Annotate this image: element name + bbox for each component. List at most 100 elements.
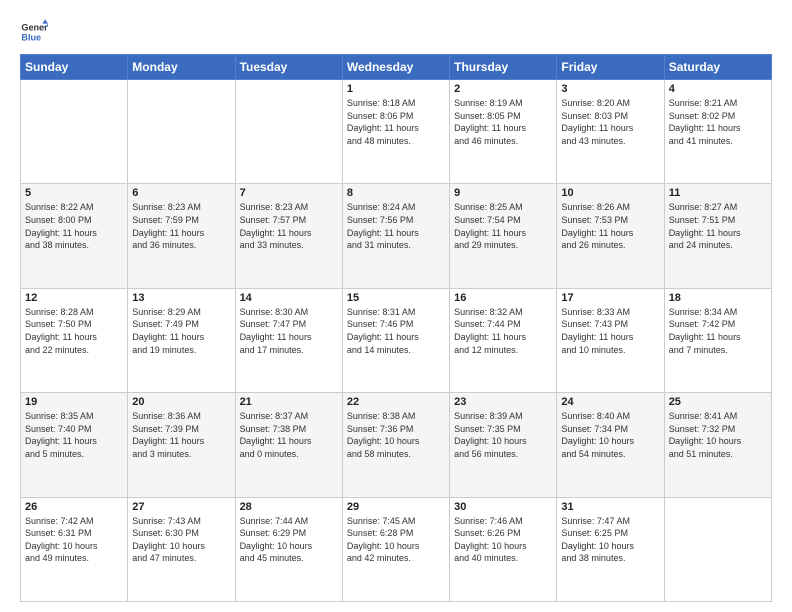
- day-number: 7: [240, 187, 338, 199]
- calendar-cell: 20 Sunrise: 8:36 AMSunset: 7:39 PMDayligh…: [128, 393, 235, 497]
- calendar-cell: 19Sunrise: 8:35 AMSunset: 7:40 PMDayligh…: [21, 393, 128, 497]
- day-number: 10: [561, 187, 659, 199]
- calendar-cell: 22 Sunrise: 8:38 AMSunset: 7:36 PMDayligh…: [342, 393, 449, 497]
- day-number: 22: [347, 396, 445, 408]
- day-info: Sunrise: 8:28 AMSunset: 7:50 PMDaylight:…: [25, 306, 123, 356]
- day-number: 28: [240, 501, 338, 513]
- calendar-cell: 12 Sunrise: 8:28 AMSunset: 7:50 PMDayligh…: [21, 288, 128, 392]
- day-info: Sunrise: 7:42 AMSunset: 6:31 PMDaylight:…: [25, 515, 123, 565]
- day-number: 12: [25, 292, 123, 304]
- day-number: 5: [25, 187, 123, 199]
- weekday-header-monday: Monday: [128, 55, 235, 80]
- calendar-cell: 17 Sunrise: 8:33 AMSunset: 7:43 PMDayligh…: [557, 288, 664, 392]
- calendar-cell: [128, 80, 235, 184]
- day-info: Sunrise: 8:20 AMSunset: 8:03 PMDaylight:…: [561, 97, 659, 147]
- weekday-header-thursday: Thursday: [450, 55, 557, 80]
- day-info: Sunrise: 8:40 AMSunset: 7:34 PMDaylight:…: [561, 410, 659, 460]
- weekday-header-wednesday: Wednesday: [342, 55, 449, 80]
- day-number: 2: [454, 83, 552, 95]
- day-info: Sunrise: 7:47 AMSunset: 6:25 PMDaylight:…: [561, 515, 659, 565]
- day-info: Sunrise: 8:26 AMSunset: 7:53 PMDaylight:…: [561, 201, 659, 251]
- day-number: 1: [347, 83, 445, 95]
- day-number: 3: [561, 83, 659, 95]
- calendar-cell: 10 Sunrise: 8:26 AMSunset: 7:53 PMDayligh…: [557, 184, 664, 288]
- day-info: Sunrise: 8:30 AMSunset: 7:47 PMDaylight:…: [240, 306, 338, 356]
- day-info: Sunrise: 8:18 AMSunset: 8:06 PMDaylight:…: [347, 97, 445, 147]
- day-info: Sunrise: 8:21 AMSunset: 8:02 PMDaylight:…: [669, 97, 767, 147]
- calendar-cell: 23 Sunrise: 8:39 AMSunset: 7:35 PMDayligh…: [450, 393, 557, 497]
- weekday-header-sunday: Sunday: [21, 55, 128, 80]
- day-number: 24: [561, 396, 659, 408]
- day-info: Sunrise: 8:23 AMSunset: 7:57 PMDaylight:…: [240, 201, 338, 251]
- calendar-cell: 8 Sunrise: 8:24 AMSunset: 7:56 PMDaylight…: [342, 184, 449, 288]
- day-info: Sunrise: 8:34 AMSunset: 7:42 PMDaylight:…: [669, 306, 767, 356]
- calendar-cell: 31 Sunrise: 7:47 AMSunset: 6:25 PMDayligh…: [557, 497, 664, 601]
- day-number: 16: [454, 292, 552, 304]
- day-info: Sunrise: 8:36 AMSunset: 7:39 PMDaylight:…: [132, 410, 230, 460]
- calendar-cell: 27 Sunrise: 7:43 AMSunset: 6:30 PMDayligh…: [128, 497, 235, 601]
- calendar-cell: 24 Sunrise: 8:40 AMSunset: 7:34 PMDayligh…: [557, 393, 664, 497]
- day-number: 13: [132, 292, 230, 304]
- logo-icon: General Blue: [20, 18, 48, 46]
- day-info: Sunrise: 8:22 AMSunset: 8:00 PMDaylight:…: [25, 201, 123, 251]
- day-number: 20: [132, 396, 230, 408]
- day-info: Sunrise: 8:24 AMSunset: 7:56 PMDaylight:…: [347, 201, 445, 251]
- calendar-cell: 21 Sunrise: 8:37 AMSunset: 7:38 PMDayligh…: [235, 393, 342, 497]
- day-number: 15: [347, 292, 445, 304]
- day-info: Sunrise: 8:39 AMSunset: 7:35 PMDaylight:…: [454, 410, 552, 460]
- calendar-cell: [664, 497, 771, 601]
- day-number: 8: [347, 187, 445, 199]
- page-header: General Blue: [20, 18, 772, 46]
- day-info: Sunrise: 7:43 AMSunset: 6:30 PMDaylight:…: [132, 515, 230, 565]
- day-number: 4: [669, 83, 767, 95]
- day-number: 23: [454, 396, 552, 408]
- calendar-cell: 26Sunrise: 7:42 AMSunset: 6:31 PMDayligh…: [21, 497, 128, 601]
- day-number: 30: [454, 501, 552, 513]
- day-info: Sunrise: 8:37 AMSunset: 7:38 PMDaylight:…: [240, 410, 338, 460]
- calendar-cell: 4 Sunrise: 8:21 AMSunset: 8:02 PMDaylight…: [664, 80, 771, 184]
- calendar-cell: 28 Sunrise: 7:44 AMSunset: 6:29 PMDayligh…: [235, 497, 342, 601]
- calendar-cell: 13 Sunrise: 8:29 AMSunset: 7:49 PMDayligh…: [128, 288, 235, 392]
- calendar-table: SundayMondayTuesdayWednesdayThursdayFrid…: [20, 54, 772, 602]
- calendar-cell: 16Sunrise: 8:32 AMSunset: 7:44 PMDayligh…: [450, 288, 557, 392]
- calendar-cell: 18 Sunrise: 8:34 AMSunset: 7:42 PMDayligh…: [664, 288, 771, 392]
- calendar-cell: [21, 80, 128, 184]
- calendar-cell: 3 Sunrise: 8:20 AMSunset: 8:03 PMDaylight…: [557, 80, 664, 184]
- day-number: 31: [561, 501, 659, 513]
- svg-text:General: General: [21, 23, 48, 33]
- day-number: 18: [669, 292, 767, 304]
- day-info: Sunrise: 8:33 AMSunset: 7:43 PMDaylight:…: [561, 306, 659, 356]
- day-number: 14: [240, 292, 338, 304]
- day-number: 27: [132, 501, 230, 513]
- day-info: Sunrise: 8:38 AMSunset: 7:36 PMDaylight:…: [347, 410, 445, 460]
- day-info: Sunrise: 7:45 AMSunset: 6:28 PMDaylight:…: [347, 515, 445, 565]
- logo: General Blue: [20, 18, 48, 46]
- day-info: Sunrise: 8:29 AMSunset: 7:49 PMDaylight:…: [132, 306, 230, 356]
- weekday-header-saturday: Saturday: [664, 55, 771, 80]
- calendar-cell: 5 Sunrise: 8:22 AMSunset: 8:00 PMDaylight…: [21, 184, 128, 288]
- day-info: Sunrise: 7:44 AMSunset: 6:29 PMDaylight:…: [240, 515, 338, 565]
- day-info: Sunrise: 8:35 AMSunset: 7:40 PMDaylight:…: [25, 410, 123, 460]
- day-number: 6: [132, 187, 230, 199]
- day-number: 9: [454, 187, 552, 199]
- calendar-cell: 14 Sunrise: 8:30 AMSunset: 7:47 PMDayligh…: [235, 288, 342, 392]
- day-info: Sunrise: 8:23 AMSunset: 7:59 PMDaylight:…: [132, 201, 230, 251]
- calendar-cell: 15 Sunrise: 8:31 AMSunset: 7:46 PMDayligh…: [342, 288, 449, 392]
- calendar-cell: 2 Sunrise: 8:19 AMSunset: 8:05 PMDaylight…: [450, 80, 557, 184]
- svg-text:Blue: Blue: [21, 32, 41, 42]
- day-number: 17: [561, 292, 659, 304]
- weekday-header-friday: Friday: [557, 55, 664, 80]
- day-info: Sunrise: 8:19 AMSunset: 8:05 PMDaylight:…: [454, 97, 552, 147]
- day-number: 11: [669, 187, 767, 199]
- day-info: Sunrise: 8:27 AMSunset: 7:51 PMDaylight:…: [669, 201, 767, 251]
- calendar-cell: 30Sunrise: 7:46 AMSunset: 6:26 PMDayligh…: [450, 497, 557, 601]
- day-info: Sunrise: 8:31 AMSunset: 7:46 PMDaylight:…: [347, 306, 445, 356]
- day-number: 25: [669, 396, 767, 408]
- calendar-cell: 29Sunrise: 7:45 AMSunset: 6:28 PMDayligh…: [342, 497, 449, 601]
- weekday-header-tuesday: Tuesday: [235, 55, 342, 80]
- calendar-cell: 9 Sunrise: 8:25 AMSunset: 7:54 PMDaylight…: [450, 184, 557, 288]
- calendar-cell: [235, 80, 342, 184]
- day-number: 21: [240, 396, 338, 408]
- calendar-cell: 1 Sunrise: 8:18 AMSunset: 8:06 PMDaylight…: [342, 80, 449, 184]
- day-info: Sunrise: 8:25 AMSunset: 7:54 PMDaylight:…: [454, 201, 552, 251]
